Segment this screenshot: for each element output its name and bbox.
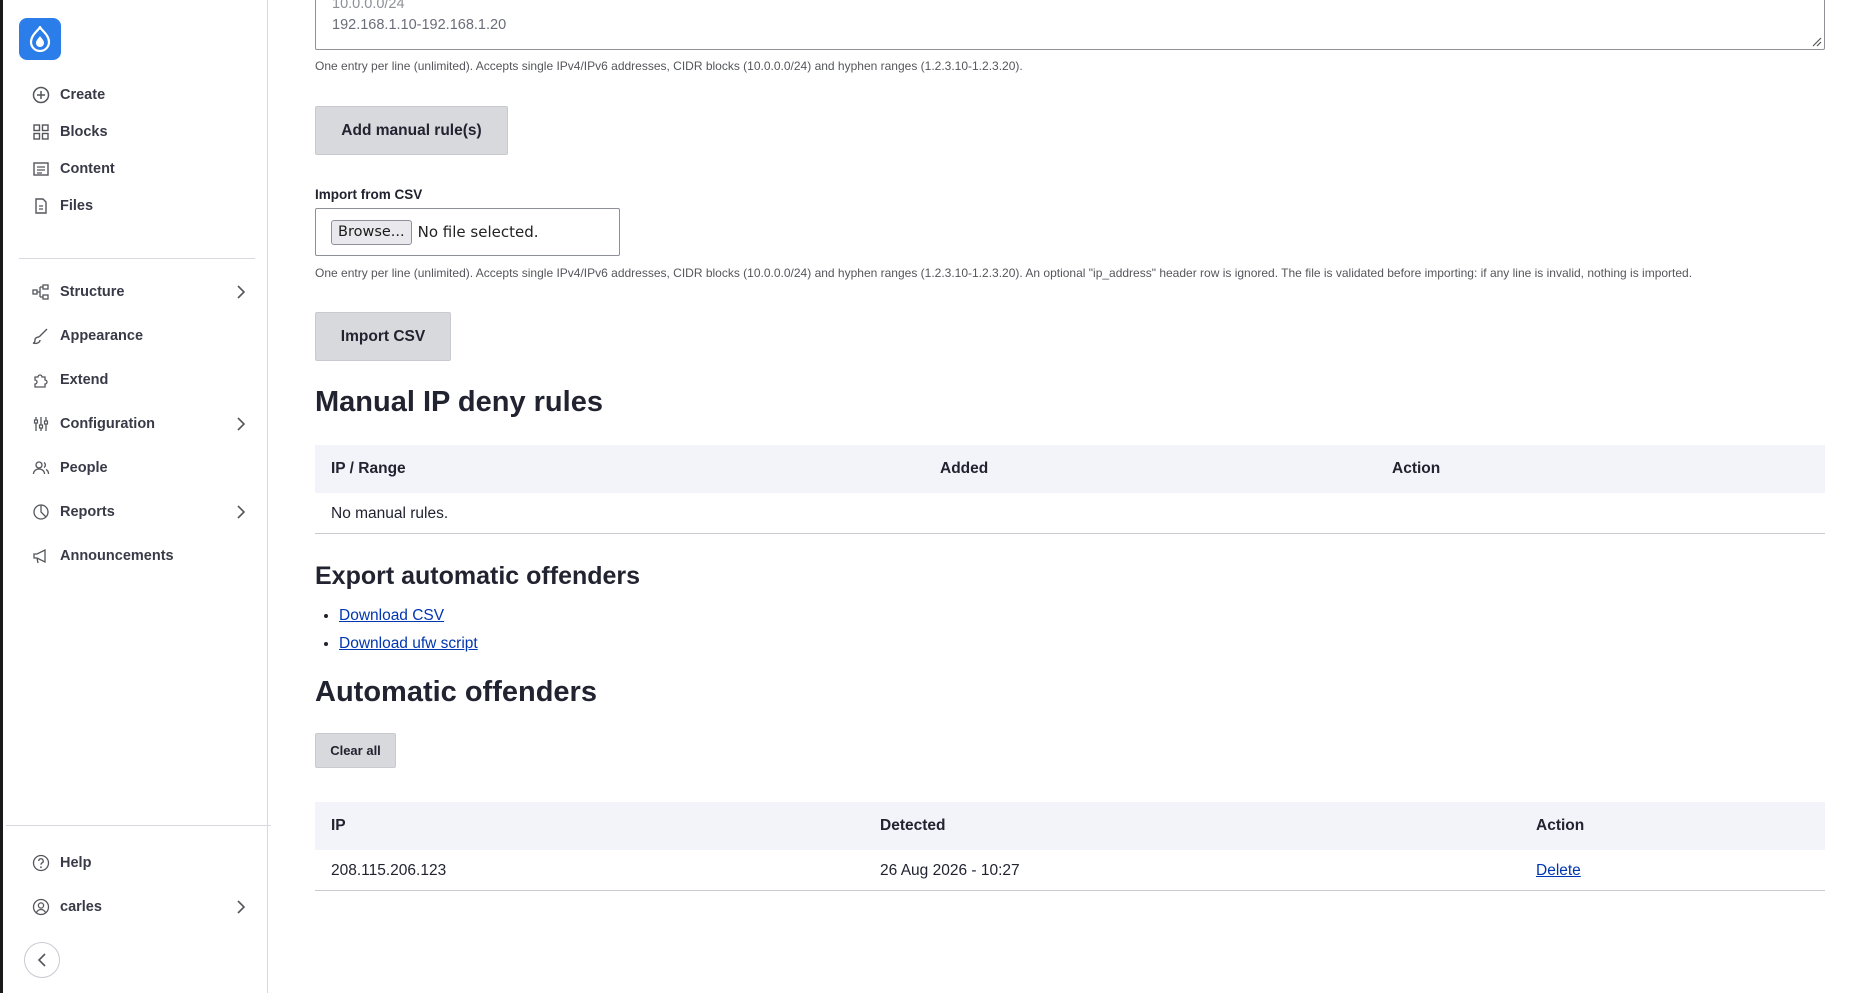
sidebar-item-label: Announcements xyxy=(60,548,174,564)
chevron-right-icon xyxy=(231,502,251,522)
import-csv-button[interactable]: Import CSV xyxy=(315,312,451,361)
clear-all-button[interactable]: Clear all xyxy=(315,733,396,768)
sidebar-divider xyxy=(19,258,255,259)
megaphone-icon xyxy=(31,546,51,566)
import-csv-label: Import from CSV xyxy=(315,187,423,202)
sidebar-item-label: Appearance xyxy=(60,328,144,344)
sidebar-item-create[interactable]: Create xyxy=(19,77,255,113)
textarea-line: 10.0.0.0/24 xyxy=(332,0,405,12)
sidebar-item-configuration[interactable]: Configuration xyxy=(19,406,255,442)
sliders-icon xyxy=(31,414,51,434)
textarea-line: 192.168.1.10-192.168.1.20 xyxy=(332,17,507,33)
plus-circle-icon xyxy=(31,85,51,105)
sidebar-item-blocks[interactable]: Blocks xyxy=(19,114,255,150)
sidebar-item-structure[interactable]: Structure xyxy=(19,274,255,310)
add-manual-rules-button[interactable]: Add manual rule(s) xyxy=(315,106,508,155)
file-icon xyxy=(31,196,51,216)
list-item: Download CSV xyxy=(339,602,478,630)
sidebar-item-announcements[interactable]: Announcements xyxy=(19,538,255,574)
sidebar-item-content[interactable]: Content xyxy=(19,151,255,187)
manual-rules-heading: Manual IP deny rules xyxy=(315,386,603,418)
sidebar-item-appearance[interactable]: Appearance xyxy=(19,318,255,354)
structure-icon xyxy=(31,282,51,302)
sidebar-item-label: carles xyxy=(60,899,102,915)
puzzle-icon xyxy=(31,370,51,390)
sidebar-item-user[interactable]: carles xyxy=(19,889,255,925)
content-doc-icon xyxy=(31,159,51,179)
drupal-logo[interactable] xyxy=(19,18,61,60)
download-ufw-link[interactable]: Download ufw script xyxy=(339,635,478,652)
sidebar: Create Blocks Content Files Structure Ap… xyxy=(0,0,271,993)
sidebar-item-label: People xyxy=(60,460,108,476)
column-header[interactable]: Detected xyxy=(880,817,945,835)
sidebar-item-label: Reports xyxy=(60,504,115,520)
sidebar-item-extend[interactable]: Extend xyxy=(19,362,255,398)
export-links: Download CSV Download ufw script xyxy=(325,602,478,658)
chevron-left-icon xyxy=(37,953,46,967)
brush-icon xyxy=(31,326,51,346)
sidebar-item-files[interactable]: Files xyxy=(19,188,255,224)
sidebar-item-label: Structure xyxy=(60,284,125,300)
help-icon xyxy=(31,853,51,873)
sidebar-item-people[interactable]: People xyxy=(19,450,255,486)
manual-rules-textarea[interactable]: 10.0.0.0/24 192.168.1.10-192.168.1.20 xyxy=(315,0,1825,50)
column-header: Action xyxy=(1536,817,1585,834)
people-icon xyxy=(31,458,51,478)
file-status: No file selected. xyxy=(417,223,539,241)
textarea-help-text: One entry per line (unlimited). Accepts … xyxy=(315,59,1023,73)
sidebar-collapse-button[interactable] xyxy=(24,942,60,978)
delete-link[interactable]: Delete xyxy=(1536,862,1581,880)
sidebar-item-label: Configuration xyxy=(60,416,156,432)
sidebar-item-label: Extend xyxy=(60,372,109,388)
list-item: Download ufw script xyxy=(339,630,478,658)
drupal-drop-icon xyxy=(29,26,51,52)
chevron-right-icon xyxy=(231,282,251,302)
resize-grip-icon[interactable] xyxy=(1810,35,1822,47)
column-header[interactable]: IP xyxy=(331,817,346,835)
offender-detected: 26 Aug 2026 - 10:27 xyxy=(880,862,1020,879)
sidebar-item-help[interactable]: Help xyxy=(19,845,255,881)
sidebar-bottom-divider xyxy=(6,825,271,826)
column-header[interactable]: IP / Range xyxy=(331,460,406,478)
sidebar-item-label: Blocks xyxy=(60,124,108,140)
sidebar-item-label: Content xyxy=(60,161,115,177)
sidebar-item-label: Create xyxy=(60,87,106,103)
chevron-right-icon xyxy=(231,414,251,434)
sidebar-item-label: Files xyxy=(60,198,94,214)
offender-ip: 208.115.206.123 xyxy=(331,862,447,879)
download-csv-link[interactable]: Download CSV xyxy=(339,607,444,624)
table-header: IP / Range Added Action xyxy=(315,445,1825,493)
column-header[interactable]: Added xyxy=(940,460,988,478)
csv-file-input[interactable]: Browse... No file selected. xyxy=(315,208,620,256)
empty-message: No manual rules. xyxy=(331,505,449,522)
sidebar-item-reports[interactable]: Reports xyxy=(19,494,255,530)
export-heading: Export automatic offenders xyxy=(315,562,641,590)
table-header: IP Detected Action xyxy=(315,802,1825,850)
column-header: Action xyxy=(1392,460,1441,477)
table-row: 208.115.206.123 26 Aug 2026 - 10:27 Dele… xyxy=(315,850,1825,891)
offenders-heading: Automatic offenders xyxy=(315,676,597,708)
chevron-right-icon xyxy=(231,897,251,917)
csv-help-text: One entry per line (unlimited). Accepts … xyxy=(315,266,1693,280)
blocks-grid-icon xyxy=(31,122,51,142)
user-icon xyxy=(31,897,51,917)
sidebar-item-label: Help xyxy=(60,855,92,871)
chart-pie-icon xyxy=(31,502,51,522)
table-row: No manual rules. xyxy=(315,493,1825,534)
browse-button[interactable]: Browse... xyxy=(331,219,412,245)
